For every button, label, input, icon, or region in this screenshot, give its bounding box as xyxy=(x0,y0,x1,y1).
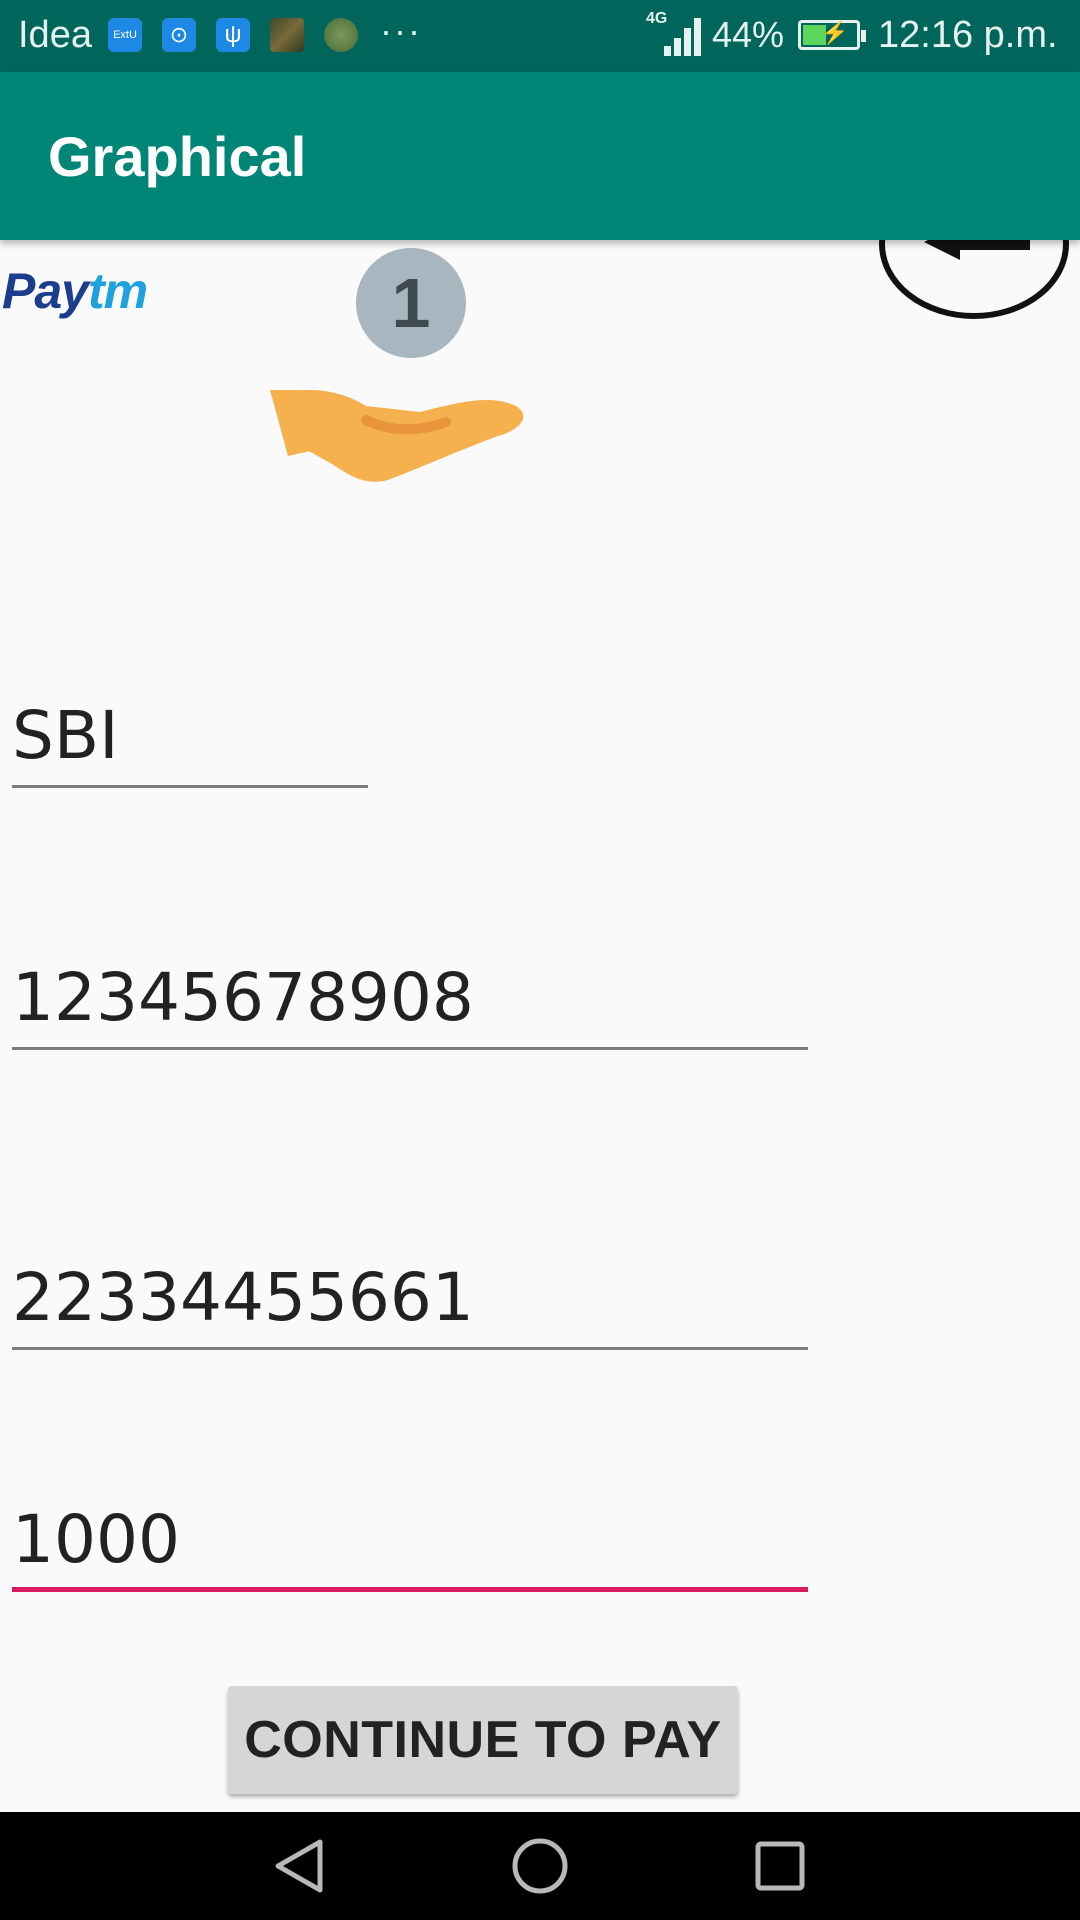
logo-tm-text: tm xyxy=(87,263,148,319)
second-number-value: 22334455661 xyxy=(12,1259,474,1336)
clock: 12:16 p.m. xyxy=(878,14,1058,56)
app-title: Graphical xyxy=(48,125,307,188)
bank-name-field[interactable]: SBI xyxy=(12,680,368,788)
field-underline-active xyxy=(12,1587,808,1592)
account-number-value: 12345678908 xyxy=(12,959,474,1036)
account-number-field[interactable]: 12345678908 xyxy=(12,940,808,1050)
field-underline xyxy=(12,1347,808,1350)
hand-icon xyxy=(270,390,524,482)
recents-nav-icon[interactable] xyxy=(750,1836,810,1896)
logo-pay-text: Pay xyxy=(2,263,89,319)
photo-thumbnail-icon xyxy=(324,18,358,52)
amount-value: 1000 xyxy=(12,1501,180,1578)
amount-field[interactable]: 1000 xyxy=(12,1480,808,1592)
back-nav-icon[interactable] xyxy=(270,1836,330,1896)
app-bar: Graphical xyxy=(0,72,1080,240)
carrier-name: Idea xyxy=(18,14,92,56)
step-number-badge: 1 xyxy=(356,248,466,358)
extu-app-icon: ExtU xyxy=(108,18,142,52)
field-underline xyxy=(12,1047,808,1050)
home-nav-icon[interactable] xyxy=(510,1836,570,1896)
navigation-bar xyxy=(0,1812,1080,1920)
more-notifications-icon: ··· xyxy=(380,10,422,51)
signal-icon: 4G xyxy=(646,10,704,58)
bank-name-value: SBI xyxy=(12,697,119,774)
battery-percent: 44% xyxy=(712,14,785,55)
second-number-field[interactable]: 22334455661 xyxy=(12,1240,808,1350)
status-bar: Idea ExtU ⊙ ψ ··· 4G 44% ⚡ 12:16 p.m. xyxy=(0,0,1080,72)
photo-thumbnail-icon xyxy=(270,18,304,52)
usb-icon: ψ xyxy=(216,18,250,52)
back-arrow-icon[interactable] xyxy=(870,234,1080,324)
continue-to-pay-button[interactable]: CONTINUE TO PAY xyxy=(228,1686,738,1794)
paytm-logo: Paytm xyxy=(2,262,148,320)
field-underline xyxy=(12,785,368,788)
link-app-icon: ⊙ xyxy=(162,18,196,52)
battery-icon: ⚡ xyxy=(798,20,866,50)
